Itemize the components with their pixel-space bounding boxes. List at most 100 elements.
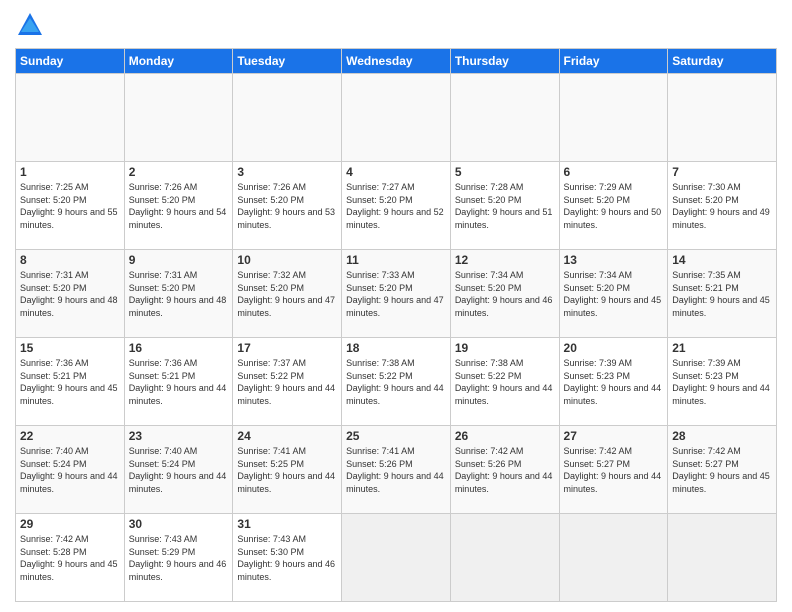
calendar-day-cell: 6 Sunrise: 7:29 AMSunset: 5:20 PMDaylight…	[559, 162, 668, 250]
calendar-day-cell: 15 Sunrise: 7:36 AMSunset: 5:21 PMDayligh…	[16, 338, 125, 426]
day-header-friday: Friday	[559, 49, 668, 74]
calendar-day-cell	[342, 514, 451, 602]
day-number: 29	[20, 517, 120, 531]
calendar-day-cell: 23 Sunrise: 7:40 AMSunset: 5:24 PMDayligh…	[124, 426, 233, 514]
calendar-header-row: SundayMondayTuesdayWednesdayThursdayFrid…	[16, 49, 777, 74]
day-info: Sunrise: 7:41 AMSunset: 5:26 PMDaylight:…	[346, 445, 446, 495]
day-number: 7	[672, 165, 772, 179]
calendar-day-cell: 8Sunrise: 7:31 AMSunset: 5:20 PMDaylight…	[16, 250, 125, 338]
day-header-monday: Monday	[124, 49, 233, 74]
day-info: Sunrise: 7:39 AMSunset: 5:23 PMDaylight:…	[564, 357, 664, 407]
day-number: 6	[564, 165, 664, 179]
day-number: 15	[20, 341, 120, 355]
calendar-table: SundayMondayTuesdayWednesdayThursdayFrid…	[15, 48, 777, 602]
day-info: Sunrise: 7:42 AMSunset: 5:27 PMDaylight:…	[564, 445, 664, 495]
day-number: 10	[237, 253, 337, 267]
calendar-day-cell	[124, 74, 233, 162]
calendar-week-row: 22 Sunrise: 7:40 AMSunset: 5:24 PMDayligh…	[16, 426, 777, 514]
day-info: Sunrise: 7:40 AMSunset: 5:24 PMDaylight:…	[20, 445, 120, 495]
calendar-day-cell: 20 Sunrise: 7:39 AMSunset: 5:23 PMDayligh…	[559, 338, 668, 426]
calendar-day-cell	[668, 74, 777, 162]
day-number: 26	[455, 429, 555, 443]
calendar-day-cell	[559, 74, 668, 162]
calendar-day-cell: 27 Sunrise: 7:42 AMSunset: 5:27 PMDayligh…	[559, 426, 668, 514]
day-info: Sunrise: 7:43 AMSunset: 5:29 PMDaylight:…	[129, 533, 229, 583]
calendar-day-cell: 24 Sunrise: 7:41 AMSunset: 5:25 PMDayligh…	[233, 426, 342, 514]
calendar-day-cell: 31Sunrise: 7:43 AMSunset: 5:30 PMDayligh…	[233, 514, 342, 602]
calendar-day-cell	[559, 514, 668, 602]
calendar-day-cell	[233, 74, 342, 162]
calendar-day-cell: 2 Sunrise: 7:26 AMSunset: 5:20 PMDaylight…	[124, 162, 233, 250]
day-info: Sunrise: 7:41 AMSunset: 5:25 PMDaylight:…	[237, 445, 337, 495]
day-info: Sunrise: 7:36 AMSunset: 5:21 PMDaylight:…	[129, 357, 229, 407]
calendar-week-row: 29 Sunrise: 7:42 AMSunset: 5:28 PMDayligh…	[16, 514, 777, 602]
calendar-day-cell	[668, 514, 777, 602]
calendar-day-cell: 7Sunrise: 7:30 AMSunset: 5:20 PMDaylight…	[668, 162, 777, 250]
day-header-thursday: Thursday	[450, 49, 559, 74]
calendar-week-row: 8Sunrise: 7:31 AMSunset: 5:20 PMDaylight…	[16, 250, 777, 338]
day-info: Sunrise: 7:42 AMSunset: 5:27 PMDaylight:…	[672, 445, 772, 495]
day-number: 27	[564, 429, 664, 443]
logo	[15, 10, 49, 40]
day-number: 31	[237, 517, 337, 531]
day-info: Sunrise: 7:42 AMSunset: 5:28 PMDaylight:…	[20, 533, 120, 583]
calendar-day-cell: 29 Sunrise: 7:42 AMSunset: 5:28 PMDayligh…	[16, 514, 125, 602]
day-info: Sunrise: 7:39 AMSunset: 5:23 PMDaylight:…	[672, 357, 772, 407]
calendar-day-cell: 4Sunrise: 7:27 AMSunset: 5:20 PMDaylight…	[342, 162, 451, 250]
day-info: Sunrise: 7:28 AMSunset: 5:20 PMDaylight:…	[455, 181, 555, 231]
calendar-day-cell: 18 Sunrise: 7:38 AMSunset: 5:22 PMDayligh…	[342, 338, 451, 426]
day-number: 19	[455, 341, 555, 355]
day-info: Sunrise: 7:29 AMSunset: 5:20 PMDaylight:…	[564, 181, 664, 231]
day-info: Sunrise: 7:31 AMSunset: 5:20 PMDaylight:…	[20, 269, 120, 319]
calendar-day-cell: 12Sunrise: 7:34 AMSunset: 5:20 PMDayligh…	[450, 250, 559, 338]
day-number: 11	[346, 253, 446, 267]
day-info: Sunrise: 7:35 AMSunset: 5:21 PMDaylight:…	[672, 269, 772, 319]
calendar-week-row: 15 Sunrise: 7:36 AMSunset: 5:21 PMDayligh…	[16, 338, 777, 426]
calendar-day-cell: 11 Sunrise: 7:33 AMSunset: 5:20 PMDayligh…	[342, 250, 451, 338]
day-number: 22	[20, 429, 120, 443]
day-number: 24	[237, 429, 337, 443]
day-header-wednesday: Wednesday	[342, 49, 451, 74]
day-info: Sunrise: 7:42 AMSunset: 5:26 PMDaylight:…	[455, 445, 555, 495]
calendar-day-cell: 22 Sunrise: 7:40 AMSunset: 5:24 PMDayligh…	[16, 426, 125, 514]
day-header-saturday: Saturday	[668, 49, 777, 74]
day-number: 28	[672, 429, 772, 443]
day-info: Sunrise: 7:26 AMSunset: 5:20 PMDaylight:…	[129, 181, 229, 231]
day-number: 13	[564, 253, 664, 267]
calendar-day-cell	[342, 74, 451, 162]
day-header-tuesday: Tuesday	[233, 49, 342, 74]
calendar-day-cell: 30 Sunrise: 7:43 AMSunset: 5:29 PMDayligh…	[124, 514, 233, 602]
calendar-day-cell: 28 Sunrise: 7:42 AMSunset: 5:27 PMDayligh…	[668, 426, 777, 514]
calendar-day-cell: 13Sunrise: 7:34 AMSunset: 5:20 PMDayligh…	[559, 250, 668, 338]
day-number: 17	[237, 341, 337, 355]
calendar-day-cell	[450, 514, 559, 602]
calendar-day-cell: 1 Sunrise: 7:25 AMSunset: 5:20 PMDaylight…	[16, 162, 125, 250]
day-info: Sunrise: 7:26 AMSunset: 5:20 PMDaylight:…	[237, 181, 337, 231]
day-number: 12	[455, 253, 555, 267]
day-info: Sunrise: 7:40 AMSunset: 5:24 PMDaylight:…	[129, 445, 229, 495]
day-info: Sunrise: 7:38 AMSunset: 5:22 PMDaylight:…	[455, 357, 555, 407]
day-number: 30	[129, 517, 229, 531]
day-number: 18	[346, 341, 446, 355]
day-info: Sunrise: 7:25 AMSunset: 5:20 PMDaylight:…	[20, 181, 120, 231]
page: SundayMondayTuesdayWednesdayThursdayFrid…	[0, 0, 792, 612]
calendar-day-cell: 26 Sunrise: 7:42 AMSunset: 5:26 PMDayligh…	[450, 426, 559, 514]
day-info: Sunrise: 7:37 AMSunset: 5:22 PMDaylight:…	[237, 357, 337, 407]
day-info: Sunrise: 7:31 AMSunset: 5:20 PMDaylight:…	[129, 269, 229, 319]
day-number: 20	[564, 341, 664, 355]
logo-icon	[15, 10, 45, 40]
day-number: 23	[129, 429, 229, 443]
day-info: Sunrise: 7:27 AMSunset: 5:20 PMDaylight:…	[346, 181, 446, 231]
calendar-week-row	[16, 74, 777, 162]
day-number: 1	[20, 165, 120, 179]
calendar-day-cell: 9Sunrise: 7:31 AMSunset: 5:20 PMDaylight…	[124, 250, 233, 338]
day-info: Sunrise: 7:36 AMSunset: 5:21 PMDaylight:…	[20, 357, 120, 407]
day-info: Sunrise: 7:33 AMSunset: 5:20 PMDaylight:…	[346, 269, 446, 319]
day-header-sunday: Sunday	[16, 49, 125, 74]
day-info: Sunrise: 7:38 AMSunset: 5:22 PMDaylight:…	[346, 357, 446, 407]
calendar-day-cell: 25 Sunrise: 7:41 AMSunset: 5:26 PMDayligh…	[342, 426, 451, 514]
day-number: 2	[129, 165, 229, 179]
day-number: 14	[672, 253, 772, 267]
day-number: 25	[346, 429, 446, 443]
calendar-day-cell: 3Sunrise: 7:26 AMSunset: 5:20 PMDaylight…	[233, 162, 342, 250]
